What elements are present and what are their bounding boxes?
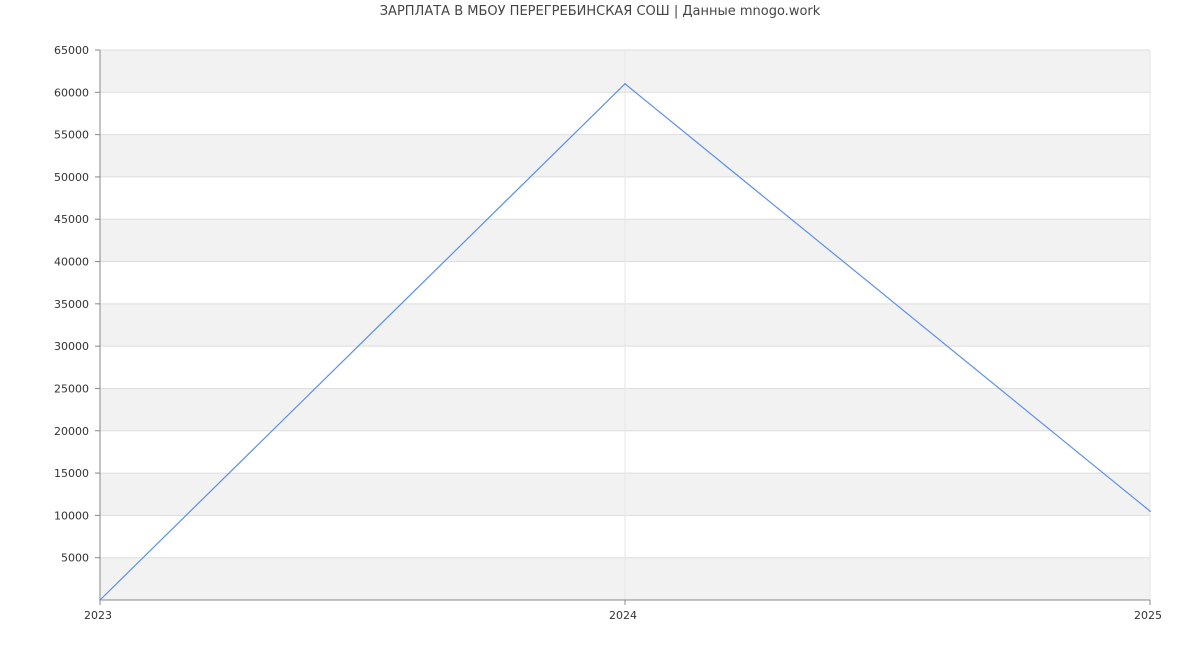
y-tick-label: 50000 xyxy=(54,171,89,184)
y-tick-label: 35000 xyxy=(54,298,89,311)
y-tick-label: 65000 xyxy=(54,44,89,57)
y-tick-label: 10000 xyxy=(54,509,89,522)
y-tick-label: 55000 xyxy=(54,129,89,142)
y-tick-label: 30000 xyxy=(54,340,89,353)
y-tick-label: 60000 xyxy=(54,86,89,99)
data-point xyxy=(1149,510,1151,512)
data-point xyxy=(99,599,101,601)
chart-container: ЗАРПЛАТА В МБОУ ПЕРЕГРЕБИНСКАЯ СОШ | Дан… xyxy=(0,0,1200,650)
y-tick-label: 45000 xyxy=(54,213,89,226)
x-tick-label: 2023 xyxy=(84,609,112,622)
y-tick-label: 5000 xyxy=(61,552,89,565)
y-tick-label: 15000 xyxy=(54,467,89,480)
data-point xyxy=(624,83,626,85)
y-tick-label: 20000 xyxy=(54,425,89,438)
chart-title: ЗАРПЛАТА В МБОУ ПЕРЕГРЕБИНСКАЯ СОШ | Дан… xyxy=(379,4,821,19)
x-tick-label: 2024 xyxy=(609,609,637,622)
x-tick-label: 2025 xyxy=(1134,609,1162,622)
y-tick-label: 40000 xyxy=(54,256,89,269)
line-chart: 5000 10000 15000 20000 25000 30000 35000 40000 4… xyxy=(54,44,1162,622)
y-tick-label: 25000 xyxy=(54,382,89,395)
